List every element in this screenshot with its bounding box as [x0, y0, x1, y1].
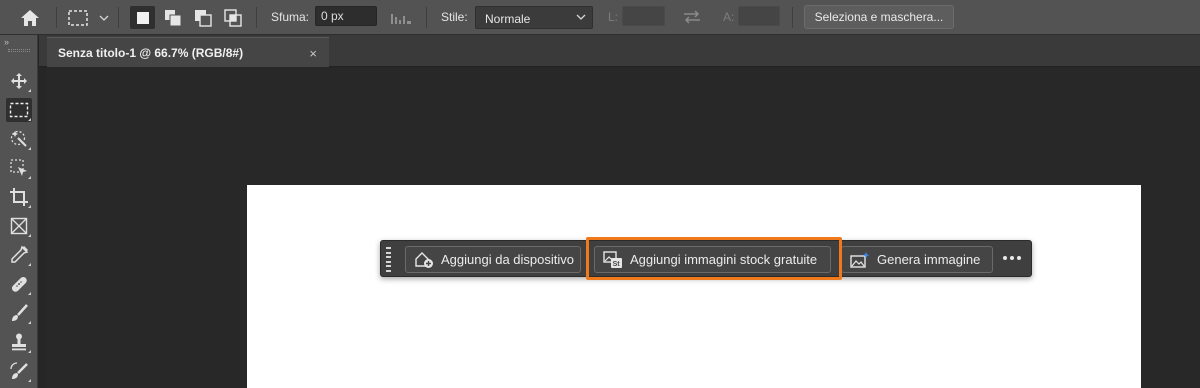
select-and-mask-button[interactable]: Seleziona e maschera... — [804, 5, 954, 29]
add-from-device-button[interactable]: Aggiungi da dispositivo — [405, 246, 581, 273]
height-label: A: — [723, 10, 735, 24]
anti-alias-toggle[interactable] — [389, 10, 413, 26]
width-input[interactable] — [622, 6, 665, 26]
style-label: Stile: — [441, 10, 468, 24]
collapse-panel-button[interactable]: » — [4, 37, 9, 47]
stock-image-icon: St — [603, 250, 623, 269]
crop-icon — [10, 188, 28, 206]
document-canvas[interactable] — [247, 185, 1141, 388]
tool-healing-brush[interactable] — [6, 272, 32, 296]
document-tab[interactable]: Senza titolo-1 @ 66.7% (RGB/8#) × — [47, 37, 329, 67]
tool-preset-picker[interactable] — [64, 5, 112, 30]
object-selection-icon — [10, 130, 27, 147]
marquee-icon — [9, 102, 29, 118]
style-select[interactable]: Normale — [475, 6, 593, 29]
add-from-device-label: Aggiungi da dispositivo — [441, 252, 574, 267]
new-selection-button[interactable] — [130, 6, 155, 29]
options-bar: Sfuma: 0 px Stile: Normale L: A: Selezio… — [0, 0, 1200, 35]
tool-brush[interactable] — [6, 301, 32, 325]
add-to-selection-icon — [164, 9, 181, 26]
feather-label: Sfuma: — [271, 10, 310, 24]
tools-panel: » — [0, 35, 38, 388]
subtract-from-selection-button[interactable] — [190, 6, 215, 29]
divider — [56, 7, 57, 28]
frame-icon — [10, 217, 28, 235]
height-input[interactable] — [738, 6, 780, 26]
add-stock-images-button[interactable]: St Aggiungi immagini stock gratuite — [594, 246, 831, 273]
rectangular-marquee-icon — [68, 9, 88, 26]
generate-image-icon — [850, 251, 870, 269]
tool-clone-stamp[interactable] — [6, 330, 32, 354]
add-stock-images-label: Aggiungi immagini stock gratuite — [630, 252, 818, 267]
feather-input[interactable]: 0 px — [315, 6, 377, 26]
document-tab-bar: Senza titolo-1 @ 66.7% (RGB/8#) × — [39, 35, 1200, 67]
artboard-icon — [10, 159, 27, 176]
subtract-from-selection-icon — [194, 9, 212, 27]
tool-eyedropper[interactable] — [6, 243, 32, 267]
new-selection-icon — [136, 11, 149, 24]
tool-select-subject[interactable] — [6, 156, 32, 180]
add-to-selection-button[interactable] — [160, 6, 185, 29]
tool-move[interactable] — [6, 69, 32, 93]
brush-icon — [12, 304, 28, 321]
tool-rectangular-marquee[interactable] — [6, 98, 32, 122]
close-tab-button[interactable]: × — [309, 46, 317, 61]
svg-text:St: St — [613, 261, 621, 268]
home-icon — [21, 9, 39, 26]
divider — [792, 7, 793, 28]
contextual-task-bar: Aggiungi da dispositivo St Aggiungi imma… — [380, 240, 1032, 277]
generate-image-button[interactable]: Genera immagine — [841, 246, 993, 273]
more-dots-icon — [1003, 256, 1007, 260]
chevron-down-icon — [576, 14, 586, 20]
swap-width-height-icon — [684, 10, 700, 24]
tool-history-brush[interactable] — [6, 359, 32, 383]
intersect-selection-button[interactable] — [220, 6, 245, 29]
style-select-value: Normale — [485, 12, 531, 26]
add-image-icon — [414, 251, 434, 269]
intersect-selection-icon — [223, 8, 242, 27]
tool-object-selection[interactable] — [6, 127, 32, 151]
task-bar-drag-handle[interactable] — [386, 247, 391, 272]
home-button[interactable] — [12, 5, 48, 30]
generate-image-label: Genera immagine — [877, 252, 981, 267]
panel-grip[interactable] — [8, 49, 30, 52]
history-brush-icon — [10, 362, 28, 379]
swap-button[interactable] — [680, 9, 704, 25]
width-label: L: — [608, 10, 619, 24]
tool-frame[interactable] — [6, 214, 32, 238]
tool-crop[interactable] — [6, 185, 32, 209]
bandage-icon — [11, 276, 27, 292]
eyedropper-icon — [11, 245, 29, 263]
move-icon — [11, 73, 27, 89]
document-tab-title: Senza titolo-1 @ 66.7% (RGB/8#) — [58, 46, 244, 60]
stamp-icon — [12, 333, 26, 351]
anti-alias-icon — [391, 14, 411, 24]
divider — [118, 7, 119, 28]
chevron-down-icon — [99, 15, 109, 21]
more-options-button[interactable] — [999, 247, 1025, 269]
divider — [426, 7, 427, 28]
divider — [256, 7, 257, 28]
